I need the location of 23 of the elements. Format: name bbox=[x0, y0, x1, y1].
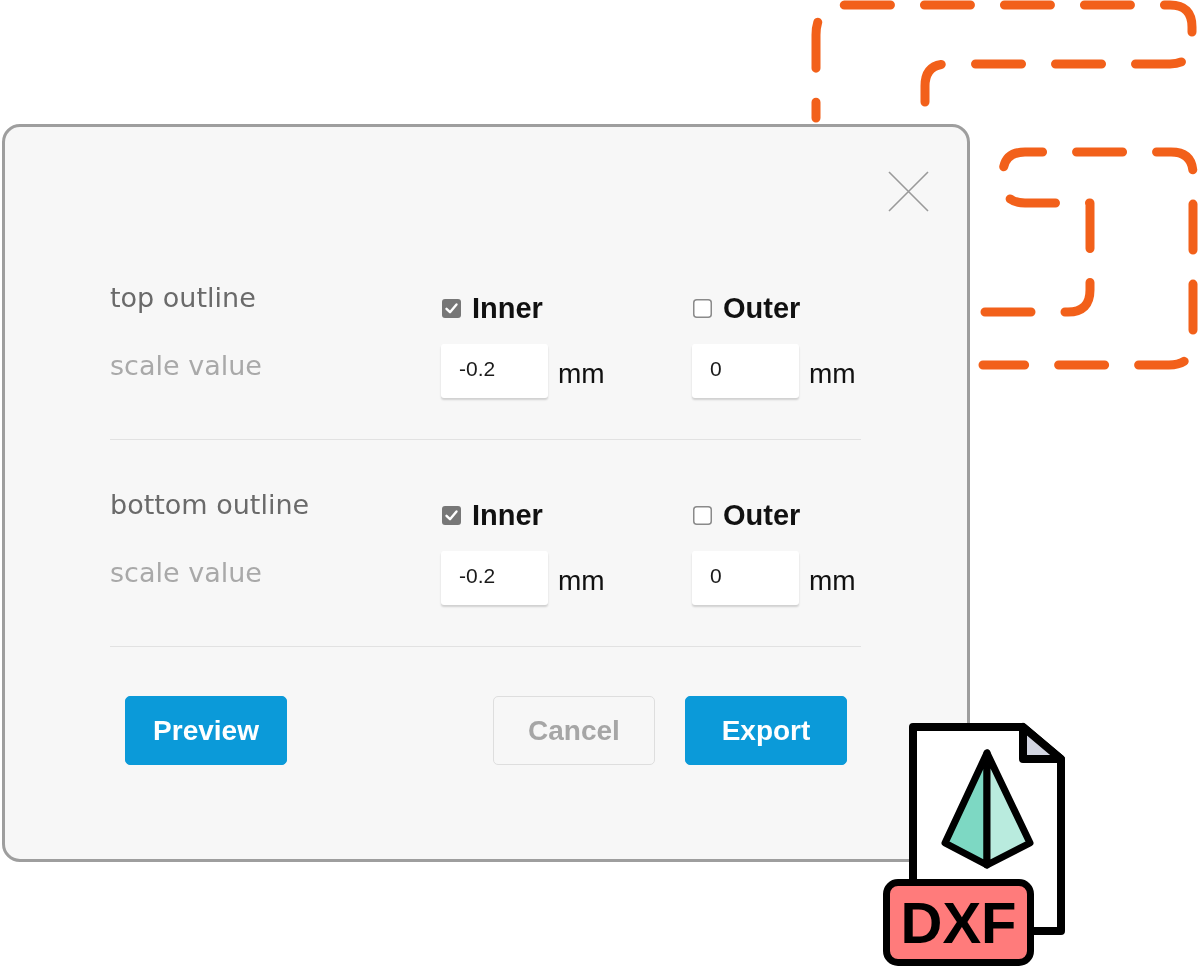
checkbox-label: Outer bbox=[723, 292, 801, 324]
checkbox-label: Inner bbox=[472, 292, 543, 324]
unit-label: mm bbox=[558, 565, 605, 597]
checkbox[interactable] bbox=[693, 505, 712, 525]
checkbox[interactable] bbox=[693, 298, 712, 318]
checkbox-label: Outer bbox=[723, 499, 801, 531]
section-title: bottom outline bbox=[110, 489, 311, 521]
field-label: scale value bbox=[110, 557, 263, 589]
scale-input[interactable]: 0 bbox=[692, 344, 799, 398]
close-button[interactable] bbox=[888, 171, 929, 212]
checkbox[interactable] bbox=[442, 298, 461, 318]
scale-input[interactable]: 0 bbox=[692, 551, 799, 605]
section-title: top outline bbox=[110, 282, 257, 314]
file-type-badge: DXF bbox=[883, 879, 1034, 966]
checkbox[interactable] bbox=[442, 505, 461, 525]
unit-label: mm bbox=[809, 358, 856, 390]
field-label: scale value bbox=[110, 350, 263, 382]
unit-label: mm bbox=[558, 358, 605, 390]
checkbox-label: Inner bbox=[472, 499, 543, 531]
scale-input[interactable]: -0.2 bbox=[441, 344, 548, 398]
close-icon bbox=[888, 171, 929, 212]
scale-input[interactable]: -0.2 bbox=[441, 551, 548, 605]
unit-label: mm bbox=[809, 565, 856, 597]
